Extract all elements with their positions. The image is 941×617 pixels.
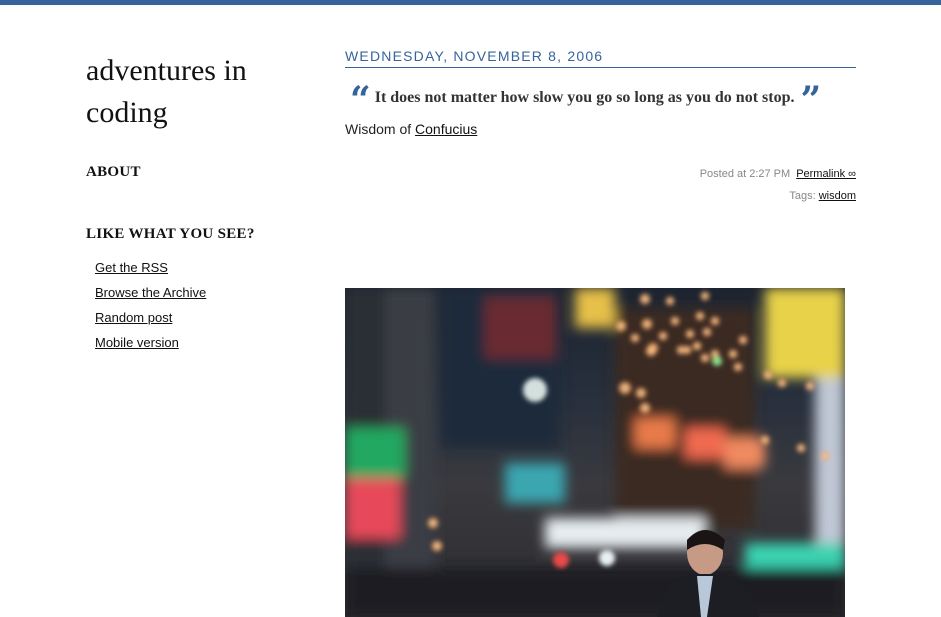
list-item: Mobile version [95, 334, 316, 359]
quote-text: It does not matter how slow you go so lo… [374, 89, 795, 106]
attribution-prefix: Wisdom of [345, 121, 416, 137]
list-item: Browse the Archive [95, 284, 316, 309]
about-link[interactable]: ABOUT [86, 164, 316, 181]
post-meta: Posted at 2:27 PM Permalink ∞ Tags: wisdo… [345, 163, 856, 207]
random-post-link[interactable]: Random post [95, 310, 172, 325]
post-photo [345, 288, 845, 617]
posted-at: Posted at 2:27 PM [699, 168, 791, 180]
main-content: WEDNESDAY, NOVEMBER 8, 2006 “It does not… [345, 48, 856, 207]
permalink[interactable]: Permalink ∞ [796, 168, 856, 180]
sidebar-links: Get the RSS Browse the Archive Random po… [95, 259, 316, 359]
mobile-version-link[interactable]: Mobile version [95, 335, 179, 350]
tags-line: Tags: wisdom [345, 185, 856, 207]
top-accent-bar [0, 0, 941, 5]
blog-title[interactable]: adventures in coding [86, 50, 316, 134]
author-link[interactable]: Confucius [415, 121, 477, 137]
attribution: Wisdom of Confucius [345, 121, 856, 137]
rss-link[interactable]: Get the RSS [95, 260, 168, 275]
list-item: Get the RSS [95, 259, 316, 284]
list-item: Random post [95, 309, 316, 334]
post-quote: “It does not matter how slow you go so l… [345, 82, 856, 118]
tag-link[interactable]: wisdom [819, 190, 856, 202]
photo-scene [345, 288, 845, 617]
like-heading: LIKE WHAT YOU SEE? [86, 226, 255, 242]
close-quote-icon: ” [800, 79, 822, 121]
post-date: WEDNESDAY, NOVEMBER 8, 2006 [345, 48, 856, 68]
archive-link[interactable]: Browse the Archive [95, 285, 206, 300]
tags-label: Tags: [789, 190, 819, 202]
post-footer-line: Posted at 2:27 PM Permalink ∞ [345, 163, 856, 185]
sidebar: adventures in coding ABOUT LIKE WHAT YOU… [86, 50, 316, 359]
open-quote-icon: “ [350, 79, 371, 121]
